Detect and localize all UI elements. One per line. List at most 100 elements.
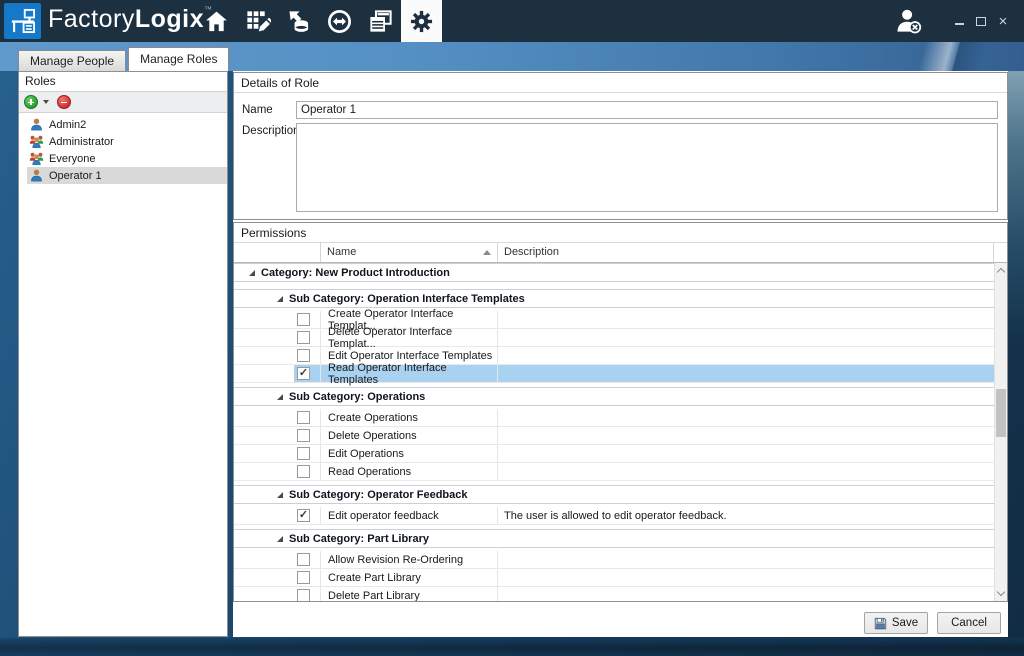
permission-row[interactable]: ✓ Read Operator Interface Templates (234, 365, 994, 383)
role-list-item[interactable]: Admin2 (27, 116, 227, 133)
permission-name: Create Operations (321, 409, 498, 426)
roles-panel: Roles Admin2AdministratorEveryoneOperato… (18, 71, 228, 637)
permission-description (498, 311, 994, 328)
role-name: Administrator (49, 136, 114, 148)
permission-description (498, 329, 994, 346)
checkbox-unchecked[interactable] (297, 447, 310, 460)
permission-description: The user is allowed to edit operator fee… (498, 507, 994, 524)
checkbox-unchecked[interactable] (297, 331, 310, 344)
expander-icon[interactable] (249, 270, 255, 276)
checkbox-unchecked[interactable] (297, 429, 310, 442)
permission-description (498, 463, 994, 480)
permission-row[interactable]: Create Part Library (234, 569, 994, 587)
scrollbar-thumb[interactable] (996, 389, 1006, 437)
permission-row[interactable]: Delete Part Library (234, 587, 994, 601)
checkbox-unchecked[interactable] (297, 553, 310, 566)
role-list-item[interactable]: Operator 1 (27, 167, 227, 184)
role-list-item[interactable]: Everyone (27, 150, 227, 167)
tabstrip: Manage People Manage Roles (0, 42, 1024, 71)
permission-row[interactable]: Delete Operator Interface Templat... (234, 329, 994, 347)
checkbox-checked[interactable]: ✓ (297, 509, 310, 522)
permission-name: Edit operator feedback (321, 507, 498, 524)
subcategory-row[interactable]: Sub Category: Operator Feedback (234, 485, 994, 504)
permission-checkbox-cell (234, 551, 321, 568)
subcategory-row[interactable]: Sub Category: Operations (234, 387, 994, 406)
permission-description (498, 427, 994, 444)
add-role-dropdown-caret-icon[interactable] (43, 100, 49, 104)
minimize-icon (955, 23, 964, 25)
cancel-button[interactable]: Cancel (937, 612, 1001, 634)
expander-icon[interactable] (277, 536, 283, 542)
permission-row[interactable]: Edit Operations (234, 445, 994, 463)
checkbox-checked[interactable]: ✓ (297, 367, 310, 380)
description-column-header[interactable]: Description (498, 243, 994, 262)
permission-description (498, 365, 994, 382)
category-row[interactable]: Category: New Product Introduction (234, 263, 994, 282)
right-panel: Details of Role Name Description Permiss… (233, 71, 1008, 637)
permission-row[interactable]: Read Operations (234, 463, 994, 481)
roles-list: Admin2 Administrator EveryoneOperator 1 (19, 113, 227, 184)
remove-role-button[interactable] (57, 95, 71, 109)
expander-icon[interactable] (277, 296, 283, 302)
floppy-disk-icon (874, 617, 887, 630)
group-label: Category: New Product Introduction (261, 264, 450, 282)
permission-name: Delete Part Library (321, 587, 498, 601)
maximize-button[interactable] (970, 8, 992, 34)
group-label: Sub Category: Operation Interface Templa… (289, 290, 525, 308)
checkbox-unchecked[interactable] (297, 411, 310, 424)
permission-row[interactable]: Create Operations (234, 409, 994, 427)
details-of-role-box: Details of Role Name Description (233, 72, 1008, 220)
group-label: Sub Category: Part Library (289, 530, 429, 548)
permissions-table-header: Name Description (234, 243, 1007, 263)
permission-row[interactable]: Allow Revision Re-Ordering (234, 551, 994, 569)
stub-column-header (994, 243, 1007, 262)
checkbox-unchecked[interactable] (297, 589, 310, 601)
role-list-item[interactable]: Administrator (27, 133, 227, 150)
transfer-icon[interactable] (319, 0, 360, 42)
scroll-down-icon[interactable] (997, 588, 1005, 596)
permission-checkbox-cell (234, 329, 321, 346)
minimize-button[interactable] (948, 8, 970, 34)
permission-checkbox-cell (234, 445, 321, 462)
permission-checkbox-cell (234, 587, 321, 601)
scroll-up-icon[interactable] (997, 268, 1005, 276)
home-icon[interactable] (196, 0, 237, 42)
subcategory-row[interactable]: Sub Category: Part Library (234, 529, 994, 548)
checkbox-unchecked[interactable] (297, 349, 310, 362)
tab-manage-roles[interactable]: Manage Roles (128, 47, 229, 71)
permission-name: Delete Operations (321, 427, 498, 444)
permissions-scrollbar[interactable] (994, 263, 1007, 601)
expander-icon[interactable] (277, 492, 283, 498)
tab-manage-people[interactable]: Manage People (18, 50, 126, 71)
user-logout-icon[interactable] (892, 4, 926, 38)
settings-icon[interactable] (401, 0, 442, 42)
titlebar: FactoryLogix™ (0, 0, 1024, 42)
permission-row[interactable]: Delete Operations (234, 427, 994, 445)
name-label: Name (242, 104, 273, 116)
permission-description (498, 551, 994, 568)
production-grid-edit-icon[interactable] (237, 0, 278, 42)
documents-icon[interactable] (360, 0, 401, 42)
data-import-icon[interactable] (278, 0, 319, 42)
checkbox-column-header[interactable] (234, 243, 321, 262)
permission-checkbox-cell (234, 311, 321, 328)
permission-name: Read Operator Interface Templates (321, 365, 498, 382)
role-name-input[interactable] (296, 101, 998, 119)
user-icon (29, 117, 44, 132)
role-description-input[interactable] (296, 123, 998, 212)
checkbox-unchecked[interactable] (297, 313, 310, 326)
expander-icon[interactable] (277, 394, 283, 400)
permission-row[interactable]: ✓ Edit operator feedbackThe user is allow… (234, 507, 994, 525)
checkbox-unchecked[interactable] (297, 571, 310, 584)
permission-checkbox-cell (234, 427, 321, 444)
name-column-header[interactable]: Name (321, 243, 498, 262)
permission-description (498, 445, 994, 462)
save-button[interactable]: Save (864, 612, 928, 634)
sort-ascending-icon (483, 250, 491, 255)
permission-name: Delete Operator Interface Templat... (321, 329, 498, 346)
close-button[interactable]: × (992, 8, 1014, 34)
add-role-button[interactable] (24, 95, 38, 109)
roles-toolbar (19, 91, 227, 113)
checkbox-unchecked[interactable] (297, 465, 310, 478)
subcategory-row[interactable]: Sub Category: Operation Interface Templa… (234, 289, 994, 308)
